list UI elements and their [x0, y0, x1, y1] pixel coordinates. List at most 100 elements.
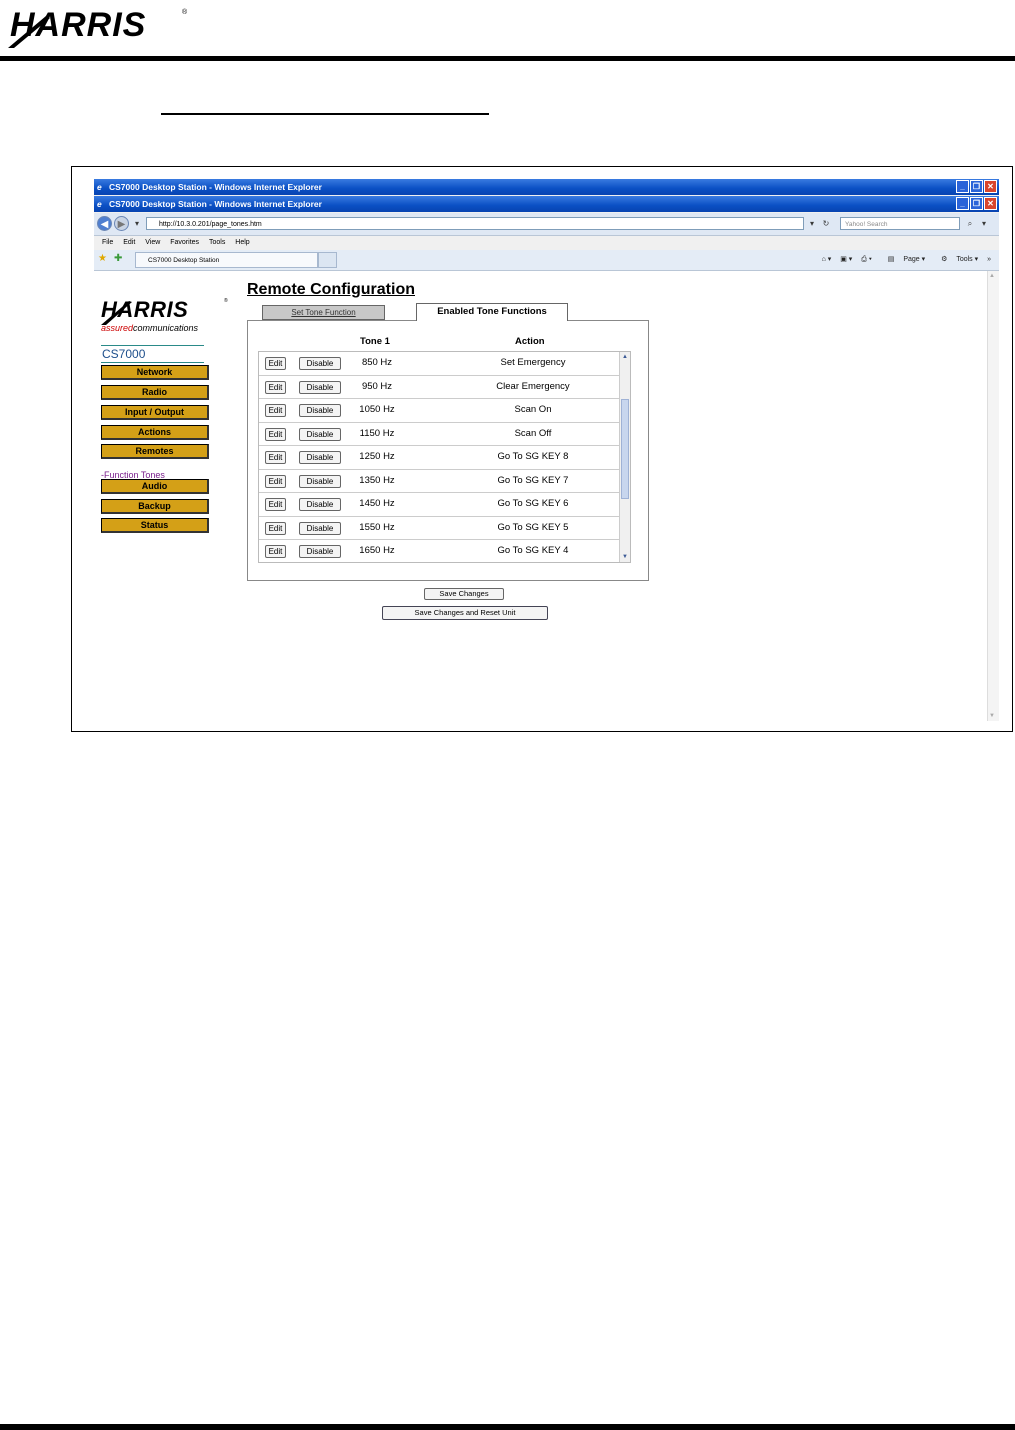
header-rule	[0, 56, 1015, 61]
edit-button[interactable]: Edit	[265, 498, 286, 511]
forward-icon[interactable]: ▶	[114, 216, 129, 231]
stop-icon[interactable]	[823, 217, 835, 230]
scroll-up-icon[interactable]: ▲	[989, 273, 995, 279]
home-icon[interactable]: ⌂ ▾	[822, 256, 832, 263]
page-scrollbar[interactable]: ▲ ▼	[987, 271, 999, 721]
list-scrollbar[interactable]: ▲ ▼	[619, 352, 630, 562]
tools-icon: ⚙	[941, 256, 948, 263]
edit-button[interactable]: Edit	[265, 521, 286, 535]
tone-cell: 1050 Hz	[359, 404, 395, 415]
harris-logo: HARRIS ®	[8, 6, 188, 48]
browser-tab[interactable]: CS7000 Desktop Station	[135, 252, 318, 268]
close-icon[interactable]: ✕	[984, 197, 997, 210]
scroll-thumb[interactable]	[621, 399, 629, 499]
scroll-down-icon[interactable]: ▼	[620, 552, 630, 562]
menu-edit[interactable]: Edit	[123, 239, 135, 246]
url-input[interactable]: http://10.3.0.201/page_tones.htm	[146, 217, 804, 230]
tab-enabled-tone-functions[interactable]: Enabled Tone Functions	[416, 303, 568, 321]
edit-button[interactable]: Edit	[265, 404, 286, 417]
add-favorites-icon[interactable]: ✚	[114, 253, 122, 264]
edit-button[interactable]: Edit	[265, 357, 286, 370]
search-icon[interactable]: ⌕	[964, 217, 976, 230]
svg-text:®: ®	[224, 297, 228, 304]
tagline-assured: assured	[101, 323, 134, 333]
menu-favorites[interactable]: Favorites	[170, 239, 199, 246]
page-icon: ▤	[887, 256, 895, 263]
url-dropdown-icon[interactable]: ▾	[806, 217, 818, 230]
tools-menu[interactable]: ⚙ Tools ▾	[934, 256, 978, 263]
nav-radio-button[interactable]: Radio	[101, 385, 209, 400]
nav-input-output-button[interactable]: Input / Output	[101, 405, 209, 420]
tone-cell: 950 Hz	[361, 380, 393, 392]
disable-button[interactable]: Disable	[299, 357, 341, 370]
save-changes-button[interactable]: Save Changes	[424, 588, 504, 600]
menu-bar: File Edit View Favorites Tools Help	[94, 236, 999, 250]
action-cell: Go To SG KEY 8	[497, 451, 569, 462]
nav-audio-button[interactable]: Audio	[101, 479, 209, 494]
disable-button[interactable]: Disable	[299, 380, 341, 394]
page-menu[interactable]: ▤ Page ▾	[881, 256, 925, 263]
history-dropdown-icon[interactable]: ▾	[131, 217, 143, 230]
search-options-icon[interactable]: ▾	[978, 217, 990, 230]
column-header-tone: Tone 1	[360, 336, 390, 347]
footer-rule	[0, 1424, 1015, 1430]
edit-button[interactable]: Edit	[265, 545, 286, 558]
command-bar: ⌂ ▾ ▣ ▾ ⎙ ▾ ▤ Page ▾ ⚙ Tools ▾ »	[815, 253, 991, 267]
scroll-up-icon[interactable]: ▲	[620, 352, 630, 362]
disable-button[interactable]: Disable	[299, 404, 341, 417]
print-icon[interactable]: ⎙ ▾	[861, 256, 872, 263]
disable-button[interactable]: Disable	[299, 521, 341, 535]
favorites-star-icon[interactable]: ★	[98, 253, 107, 264]
nav-remotes-button[interactable]: Remotes	[101, 444, 209, 459]
disable-button[interactable]: Disable	[299, 427, 341, 441]
window-titlebar-2: e CS7000 Desktop Station - Windows Intern…	[94, 196, 999, 212]
browser-window: e CS7000 Desktop Station - Windows Intern…	[94, 179, 999, 721]
minimize-icon[interactable]: _	[956, 180, 969, 193]
nav-network-button[interactable]: Network	[101, 365, 209, 380]
restore-icon[interactable]: ❐	[970, 197, 983, 210]
feeds-icon[interactable]: ▣ ▾	[840, 256, 852, 263]
edit-button[interactable]: Edit	[265, 427, 286, 441]
table-row: Edit Disable 1250 Hz Go To SG KEY 8	[259, 446, 620, 470]
svg-text:HARRIS: HARRIS	[101, 297, 188, 322]
save-and-reset-button[interactable]: Save Changes and Reset Unit	[382, 606, 548, 620]
nav-actions-button[interactable]: Actions	[101, 425, 209, 440]
menu-help[interactable]: Help	[235, 239, 249, 246]
close-icon[interactable]: ✕	[984, 180, 997, 193]
edit-button[interactable]: Edit	[265, 474, 286, 488]
back-icon[interactable]: ◀	[97, 216, 112, 231]
menu-tools[interactable]: Tools	[209, 239, 225, 246]
disable-button[interactable]: Disable	[299, 498, 341, 511]
nav-backup-button[interactable]: Backup	[101, 499, 209, 514]
edit-button[interactable]: Edit	[265, 451, 286, 464]
tone-cell: 850 Hz	[361, 357, 393, 368]
action-cell: Go To SG KEY 4	[497, 545, 569, 556]
tone-cell: 1250 Hz	[359, 451, 395, 462]
table-row: Edit Disable 1550 Hz Go To SG KEY 5	[259, 517, 620, 540]
scroll-down-icon[interactable]: ▼	[989, 713, 995, 719]
table-row: Edit Disable 1650 Hz Go To SG KEY 4	[259, 540, 620, 562]
menu-view[interactable]: View	[145, 239, 160, 246]
tab-set-tone-function[interactable]: Set Tone Function	[262, 305, 385, 320]
disable-button[interactable]: Disable	[299, 474, 341, 488]
table-row: Edit Disable 1050 Hz Scan On	[259, 399, 620, 423]
table-row: Edit Disable 1350 Hz Go To SG KEY 7	[259, 470, 620, 493]
disable-button[interactable]: Disable	[299, 451, 341, 464]
edit-button[interactable]: Edit	[265, 380, 286, 394]
menu-file[interactable]: File	[102, 239, 113, 246]
minimize-icon[interactable]: _	[956, 197, 969, 210]
column-header-action: Action	[515, 336, 545, 347]
address-bar: ◀ ▶ ▾ http://10.3.0.201/page_tones.htm ▾…	[94, 213, 999, 236]
table-row: Edit Disable 950 Hz Clear Emergency	[259, 376, 620, 399]
tone-cell: 1350 Hz	[359, 474, 395, 486]
section-heading-underline	[161, 113, 489, 115]
search-input[interactable]: Yahoo! Search	[840, 217, 960, 230]
window-title: CS7000 Desktop Station - Windows Interne…	[109, 182, 322, 192]
new-tab[interactable]	[318, 252, 337, 268]
tones-panel: Tone 1 Action Edit Disable 1650 Hz Go To SG…	[247, 320, 649, 581]
chevron-more-icon[interactable]: »	[987, 256, 991, 263]
restore-icon[interactable]: ❐	[970, 180, 983, 193]
disable-button[interactable]: Disable	[299, 545, 341, 558]
nav-status-button[interactable]: Status	[101, 518, 209, 533]
table-row: Edit Disable 1450 Hz Go To SG KEY 6	[259, 493, 620, 517]
